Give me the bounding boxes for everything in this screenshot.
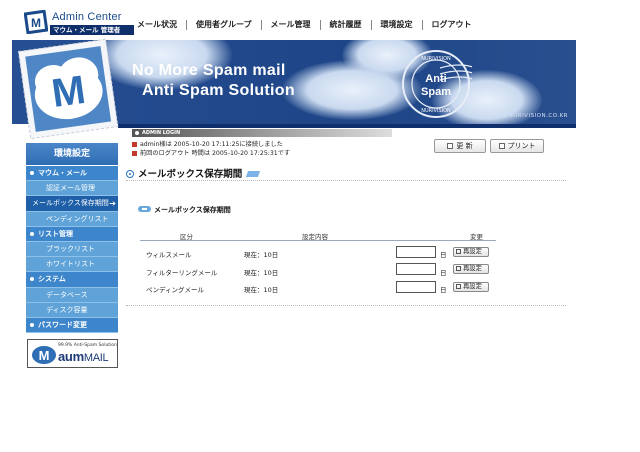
- row-setting: 現在：10日: [244, 269, 279, 277]
- nav-mail-status[interactable]: メール状況: [128, 20, 186, 30]
- svg-text:M: M: [49, 68, 88, 116]
- sidebar-item-disk-usage[interactable]: ディスク容量: [26, 302, 118, 318]
- reset-pending-mail-button[interactable]: 再設定: [453, 282, 489, 292]
- admin-login-header: ADMIN LOGIN: [132, 129, 392, 137]
- sidebar-menu: マウム・メール 認証メール管理 メールボックス保存期間 ➔ ペンディングリスト リ…: [26, 166, 118, 334]
- arrow-right-icon: ➔: [109, 199, 116, 209]
- target-icon: [126, 170, 134, 178]
- logout-info-line: 前回のログアウト 時間は 2005-10-20 17:25:31です: [132, 148, 290, 157]
- stamp-ring-text: NURIVISION: [421, 56, 451, 62]
- badge-name-bold: aum: [58, 349, 84, 364]
- sidebar-item-label: データベース: [46, 290, 88, 299]
- sidebar-item-blacklist[interactable]: ブラックリスト: [26, 241, 118, 258]
- bullet-icon: [132, 141, 137, 147]
- sidebar-item-label: ディスク容量: [46, 305, 88, 314]
- maummail-logo-icon: M: [32, 346, 56, 364]
- sidebar-item-database[interactable]: データベース: [26, 287, 118, 303]
- days-unit: 日: [440, 251, 447, 259]
- reset-icon: [456, 265, 461, 271]
- sidebar-item-system[interactable]: システム: [26, 272, 118, 288]
- pending-mail-days-input[interactable]: [396, 281, 436, 293]
- sidebar-item-list-management[interactable]: リスト管理: [26, 226, 118, 242]
- maummail-badge[interactable]: M 99.9% Anti-Spam Solution aumMAIL: [27, 339, 118, 368]
- page-title-text: メールボックス保存期間: [138, 169, 243, 180]
- flag-icon: [246, 171, 261, 177]
- sidebar-item-whitelist[interactable]: ホワイトリスト: [26, 257, 118, 273]
- row-category: ペンディングメール: [146, 286, 205, 294]
- sidebar-item-maum-mail[interactable]: マウム・メール: [26, 166, 118, 182]
- nav-logout[interactable]: ログアウト: [421, 20, 481, 30]
- top-navigation: メール状況 使用者グループ メール管理 統計履歴 環境設定 ログアウト: [128, 18, 481, 32]
- last-logout-text: 前回のログアウト 時間は 2005-10-20 17:25:31です: [140, 150, 291, 157]
- nav-settings[interactable]: 環境設定: [370, 20, 422, 30]
- nav-statistics[interactable]: 統計履歴: [319, 20, 371, 30]
- svg-text:M: M: [31, 16, 41, 30]
- row-category: フィルターリングメール: [146, 269, 218, 277]
- refresh-button-label: 更 新: [456, 142, 473, 150]
- sidebar-item-label: ホワイトリスト: [46, 260, 95, 269]
- sidebar-item-label: パスワード変更: [38, 320, 87, 329]
- stamp-text-spam: Spam: [421, 86, 451, 98]
- banner-bottom-stripe: [118, 124, 576, 128]
- days-unit: 日: [440, 269, 447, 277]
- bullet-icon: [132, 150, 137, 156]
- anti-spam-stamp-icon: Anti Spam NURIVISION NURIVISION: [402, 50, 472, 118]
- badge-product-name: aumMAIL: [58, 349, 109, 364]
- days-unit: 日: [440, 286, 447, 294]
- section-subtitle: メールボックス保存期間: [138, 205, 231, 215]
- postage-stamp-logo-icon: M: [17, 38, 119, 140]
- virus-mail-days-input[interactable]: [396, 246, 436, 258]
- nav-user-group[interactable]: 使用者グループ: [186, 20, 261, 30]
- sidebar-item-label: システム: [38, 275, 66, 284]
- company-url: WWW.NURIVISION.CO.KR: [489, 113, 568, 119]
- print-button-label: プリント: [507, 142, 536, 150]
- sidebar-item-label: ブラックリスト: [46, 244, 95, 253]
- reset-icon: [456, 283, 461, 289]
- app-title: Admin Center: [52, 11, 122, 23]
- mail-logo-icon: M: [24, 10, 48, 34]
- stamp-ring-text-bottom: NURIVISION: [421, 108, 451, 114]
- title-divider: [126, 180, 566, 181]
- row-setting: 現在：10日: [244, 251, 279, 259]
- sidebar-item-mailbox-retention[interactable]: メールボックス保存期間 ➔: [26, 196, 118, 212]
- section-subtitle-text: メールボックス保存期間: [154, 206, 231, 214]
- reset-filtering-mail-button[interactable]: 再設定: [453, 264, 489, 274]
- print-button[interactable]: プリント: [490, 139, 544, 153]
- nav-mail-management[interactable]: メール管理: [260, 20, 320, 30]
- reset-button-label: 再設定: [463, 248, 482, 255]
- print-icon: [498, 143, 505, 149]
- row-category: ウィルスメール: [146, 251, 192, 259]
- sidebar-item-label: メールボックス保存期間: [32, 199, 109, 208]
- row-setting: 現在：10日: [244, 286, 279, 294]
- sidebar-item-label: 認証メール管理: [46, 184, 95, 193]
- banner-headline: No More Spam mail: [132, 62, 286, 79]
- refresh-button[interactable]: 更 新: [434, 139, 486, 153]
- page-title: メールボックス保存期間: [126, 166, 261, 180]
- login-connected-text: admin様は 2005-10-20 17:11:25に接続しました: [140, 141, 283, 148]
- reset-button-label: 再設定: [463, 265, 482, 272]
- reset-button-label: 再設定: [463, 283, 482, 290]
- table-header-separator: [140, 240, 496, 241]
- badge-name-rest: MAIL: [83, 352, 109, 364]
- stamp-text-anti: Anti: [425, 73, 446, 85]
- banner-subheadline: Anti Spam Solution: [142, 82, 295, 99]
- reset-virus-mail-button[interactable]: 再設定: [453, 247, 489, 257]
- sidebar-title: 環境設定: [26, 143, 118, 165]
- refresh-icon: [447, 143, 454, 149]
- sidebar-item-label: マウム・メール: [38, 169, 87, 177]
- filtering-mail-days-input[interactable]: [396, 263, 436, 275]
- badge-tagline: 99.9% Anti-Spam Solution: [58, 343, 117, 348]
- sidebar-item-label: ペンディングリスト: [46, 214, 109, 223]
- sidebar-item-pending-list[interactable]: ペンディングリスト: [26, 211, 118, 227]
- svg-text:M: M: [39, 348, 50, 363]
- sidebar-item-label: リスト管理: [38, 229, 73, 238]
- sidebar-item-change-password[interactable]: パスワード変更: [26, 317, 118, 334]
- login-info-line: admin様は 2005-10-20 17:11:25に接続しました: [132, 139, 283, 148]
- reset-icon: [456, 248, 461, 254]
- arrow-pill-icon: [138, 206, 151, 212]
- sidebar-item-auth-mail[interactable]: 認証メール管理: [26, 181, 118, 197]
- content-bottom-divider: [126, 305, 566, 306]
